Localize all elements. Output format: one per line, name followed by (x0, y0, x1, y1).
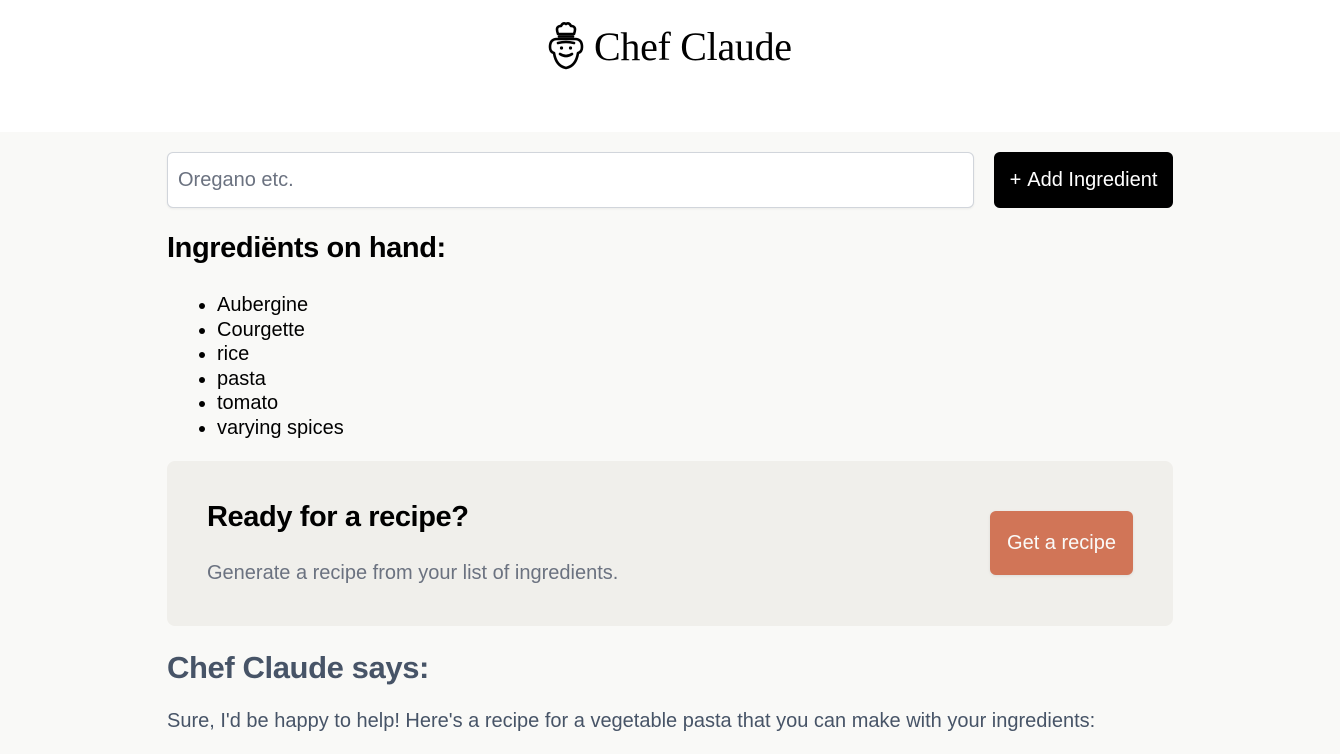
chef-icon (548, 22, 584, 70)
add-ingredient-label: Add Ingredient (1027, 168, 1158, 191)
ingredient-item: Courgette (217, 318, 344, 343)
app-header: Chef Claude (0, 0, 1340, 132)
recipe-card-subtitle: Generate a recipe from your list of ingr… (207, 562, 619, 584)
response-text: Sure, I'd be happy to help! Here's a rec… (167, 710, 1096, 732)
ingredient-list: Aubergine Courgette rice pasta tomato va… (217, 293, 344, 441)
recipe-card-title: Ready for a recipe? (207, 501, 469, 533)
plus-icon: + (1009, 168, 1022, 191)
ingredient-item: Aubergine (217, 293, 344, 318)
ingredients-heading: Ingrediënts on hand: (167, 232, 446, 264)
ingredient-item: rice (217, 342, 344, 367)
get-recipe-card: Ready for a recipe? Generate a recipe fr… (167, 461, 1173, 626)
ingredient-input[interactable] (167, 152, 974, 208)
ingredient-item: tomato (217, 391, 344, 416)
response-heading: Chef Claude says: (167, 650, 429, 685)
ingredient-item: pasta (217, 367, 344, 392)
ingredient-item: varying spices (217, 416, 344, 441)
brand: Chef Claude (546, 22, 792, 72)
app-title: Chef Claude (594, 24, 792, 69)
get-recipe-button[interactable]: Get a recipe (990, 511, 1133, 575)
add-ingredient-button[interactable]: + Add Ingredient (994, 152, 1173, 208)
